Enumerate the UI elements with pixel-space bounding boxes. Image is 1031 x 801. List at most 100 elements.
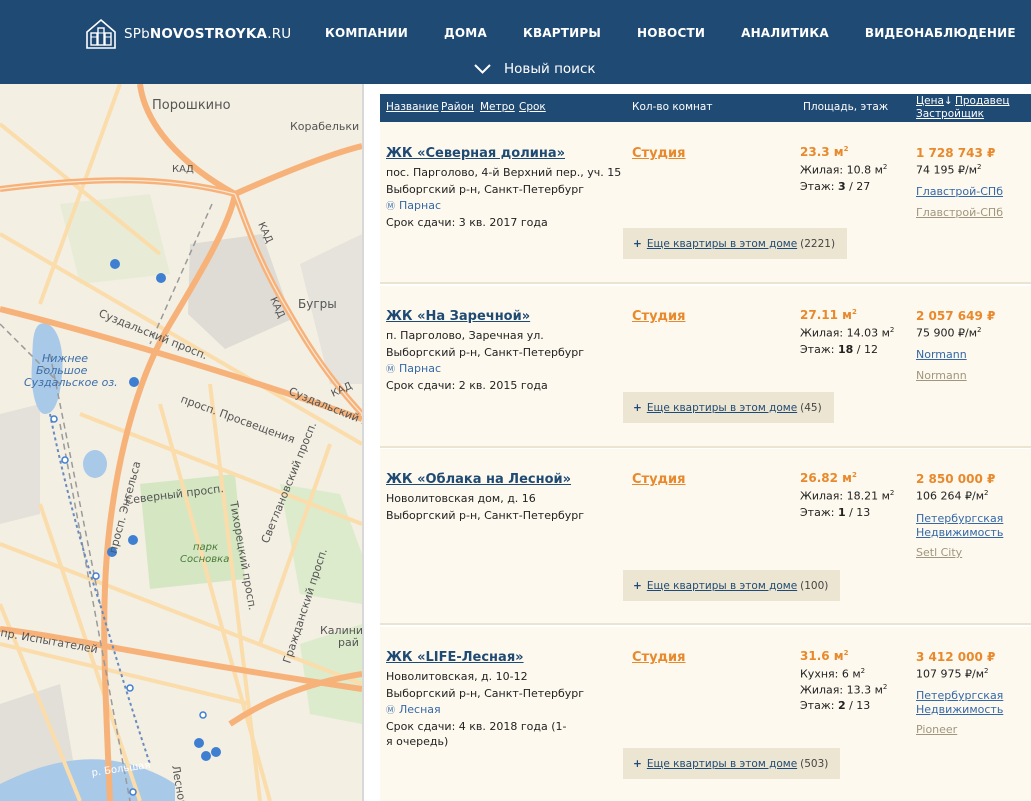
sort-by-term[interactable]: Срок — [519, 101, 546, 113]
complex-term: Срок сдачи: 4 кв. 2018 года (1- — [386, 720, 567, 733]
plus-icon: + — [633, 401, 642, 414]
complex-district: Выборгский р-н, Санкт-Петербург — [386, 183, 585, 196]
map-label: рай — [338, 636, 359, 649]
new-search-toggle[interactable]: Новый поиск — [474, 61, 596, 77]
complex-name-link[interactable]: ЖК «LIFE-Лесная» — [386, 650, 524, 665]
sort-by-price[interactable]: Цена↓ — [916, 95, 953, 107]
seller-link[interactable]: Петербургская Недвижимость — [916, 512, 1003, 540]
apartment-area: 31.6 м2 — [800, 649, 849, 663]
floor-info: Этаж: 3 / 27 — [800, 180, 871, 193]
seller-link[interactable]: Главстрой-СПб — [916, 185, 1003, 199]
map-label: Сосновка — [180, 554, 229, 565]
metro-icon: Ⓜ — [386, 202, 396, 212]
map-label: Суздальское оз. — [24, 376, 118, 389]
map-marker[interactable] — [211, 747, 221, 757]
nav-companies[interactable]: КОМПАНИИ — [325, 26, 408, 40]
apartment-area: 27.11 м2 — [800, 308, 857, 322]
sort-by-seller[interactable]: Продавец — [955, 95, 1009, 107]
price-per-meter: 74 195 ₽/м2 — [916, 163, 982, 177]
floor-info: Этаж: 2 / 13 — [800, 699, 871, 712]
living-area: Жилая: 18.21 м2 — [800, 489, 895, 503]
metro-icon: Ⓜ — [386, 706, 396, 716]
map-pond — [83, 450, 107, 478]
plus-icon: + — [633, 757, 642, 770]
more-apartments-count: (2221) — [800, 237, 836, 250]
map-marker[interactable] — [201, 751, 211, 761]
sort-by-district[interactable]: Район — [441, 101, 474, 113]
result-row: ЖК «Северная долина» пос. Парголово, 4-й… — [380, 122, 1031, 284]
complex-term: Срок сдачи: 2 кв. 2015 года — [386, 379, 548, 392]
nav-news[interactable]: НОВОСТИ — [637, 26, 705, 40]
header-rooms: Кол-во комнат — [632, 101, 713, 113]
apartment-area: 26.82 м2 — [800, 471, 857, 485]
complex-district: Выборгский р-н, Санкт-Петербург — [386, 346, 585, 359]
more-apartments-link[interactable]: Еще квартиры в этом доме — [647, 758, 797, 770]
seller-link[interactable]: Normann — [916, 348, 967, 362]
floor-info: Этаж: 1 / 13 — [800, 506, 871, 519]
complex-name-link[interactable]: ЖК «Облака на Лесной» — [386, 472, 571, 487]
complex-term: Срок сдачи: 3 кв. 2017 года — [386, 216, 548, 229]
plus-icon: + — [633, 237, 642, 250]
map-marker[interactable] — [194, 738, 204, 748]
more-apartments: + Еще квартиры в этом доме (45) — [623, 392, 834, 423]
nav-apartments[interactable]: КВАРТИРЫ — [523, 26, 601, 40]
builder-link[interactable]: Setl City — [916, 546, 962, 559]
complex-address: пос. Парголово, 4-й Верхний пер., уч. 15 — [386, 166, 622, 179]
map-label: Корабельки — [290, 120, 359, 133]
nav-analytics[interactable]: АНАЛИТИКА — [741, 26, 829, 40]
result-row: ЖК «LIFE-Лесная» Новолитовская, д. 10-12… — [380, 627, 1031, 801]
metro-icon: Ⓜ — [386, 365, 396, 375]
complex-name-link[interactable]: ЖК «На Заречной» — [386, 309, 530, 324]
apartment-price: 2 850 000 ₽ — [916, 472, 996, 486]
more-apartments-link[interactable]: Еще квартиры в этом доме — [647, 238, 797, 250]
more-apartments-link[interactable]: Еще квартиры в этом доме — [647, 402, 797, 414]
more-apartments-count: (100) — [800, 579, 829, 592]
main-nav: КОМПАНИИ ДОМА КВАРТИРЫ НОВОСТИ АНАЛИТИКА… — [325, 26, 1016, 40]
complex-name-link[interactable]: ЖК «Северная долина» — [386, 146, 565, 161]
site-logo[interactable]: SPbNOVOSTROYKA.RU — [85, 18, 291, 50]
rooms-link[interactable]: Студия — [632, 472, 686, 487]
sort-by-metro[interactable]: Метро — [480, 101, 515, 113]
map-label: Бугры — [298, 297, 337, 311]
price-per-meter: 106 264 ₽/м2 — [916, 489, 989, 503]
map-label: Суздальский просп. — [287, 385, 362, 441]
apartment-price: 3 412 000 ₽ — [916, 650, 996, 664]
builder-link[interactable]: Главстрой-СПб — [916, 206, 1003, 219]
kitchen-area: Кухня: 6 м2 — [800, 667, 866, 681]
more-apartments: + Еще квартиры в этом доме (100) — [623, 570, 841, 601]
nav-houses[interactable]: ДОМА — [444, 26, 487, 40]
results-table-header: Название Район Метро Срок Кол-во комнат … — [380, 94, 1031, 122]
map-marker[interactable] — [129, 377, 139, 387]
complex-address: Новолитовская дом, д. 16 — [386, 492, 536, 505]
more-apartments-count: (503) — [800, 757, 829, 770]
map-label: Порошкино — [152, 98, 231, 113]
sort-by-name[interactable]: Название — [386, 101, 439, 113]
apartment-price: 2 057 649 ₽ — [916, 309, 996, 323]
map-marker[interactable] — [110, 259, 120, 269]
chevron-down-icon — [474, 64, 491, 74]
complex-district: Выборгский р-н, Санкт-Петербург — [386, 687, 585, 700]
map-park — [280, 484, 362, 604]
seller-link[interactable]: Петербургская Недвижимость — [916, 689, 1003, 717]
rooms-link[interactable]: Студия — [632, 309, 686, 324]
sort-desc-icon: ↓ — [943, 95, 953, 107]
price-per-meter: 107 975 ₽/м2 — [916, 667, 989, 681]
rooms-link[interactable]: Студия — [632, 650, 686, 665]
rooms-link[interactable]: Студия — [632, 146, 686, 161]
apartment-area: 23.3 м2 — [800, 145, 849, 159]
nav-video[interactable]: ВИДЕОНАБЛЮДЕНИЕ — [865, 26, 1016, 40]
complex-term-cont: я очередь) — [386, 735, 449, 748]
map-industrial-zone — [0, 404, 40, 524]
map-label: просп. Просвещения — [179, 393, 297, 446]
map-marker[interactable] — [128, 535, 138, 545]
builder-link[interactable]: Normann — [916, 369, 967, 382]
sort-by-builder[interactable]: Застройщик — [916, 108, 984, 120]
more-apartments-link[interactable]: Еще квартиры в этом доме — [647, 580, 797, 592]
complex-metro: Ⓜ Парнас — [386, 362, 441, 375]
map-marker[interactable] — [156, 273, 166, 283]
map[interactable]: Порошкино Корабельки КАД КАД КАД Бугры К… — [0, 84, 362, 801]
builder-link[interactable]: Pioneer — [916, 723, 957, 736]
map-canvas[interactable]: Порошкино Корабельки КАД КАД КАД Бугры К… — [0, 84, 362, 801]
complex-metro: Ⓜ Лесная — [386, 703, 441, 716]
plus-icon: + — [633, 579, 642, 592]
